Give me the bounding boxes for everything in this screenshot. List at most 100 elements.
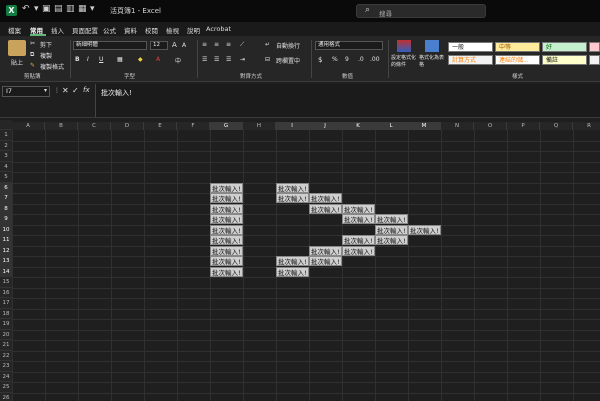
tab-formulas[interactable]: 公式 xyxy=(103,25,116,35)
save-icon[interactable]: ▤ xyxy=(54,4,63,14)
column-header-h[interactable]: H xyxy=(243,122,276,130)
row-header-12[interactable]: 12 xyxy=(0,245,12,256)
cancel-icon[interactable]: ✕ xyxy=(62,86,69,95)
column-header-j[interactable]: J xyxy=(309,122,342,130)
cell-g7[interactable]: 批次輸入! xyxy=(210,193,243,203)
column-header-n[interactable]: N xyxy=(441,122,474,130)
cell-g12[interactable]: 批次輸入! xyxy=(210,245,243,256)
row-header-6[interactable]: 6 xyxy=(0,182,12,193)
border-icon[interactable]: ▦ xyxy=(117,56,123,63)
form-icon[interactable]: ▥ xyxy=(66,4,75,14)
row-header-16[interactable]: 16 xyxy=(0,287,12,298)
style-linked-cell[interactable]: 連結的儲... xyxy=(495,55,540,65)
style-note[interactable]: 備註 xyxy=(542,55,587,65)
row-header-11[interactable]: 11 xyxy=(0,235,12,246)
column-header-f[interactable]: F xyxy=(177,122,210,130)
row-header-1[interactable]: 1 xyxy=(0,130,12,141)
phonetic-icon[interactable]: 中 xyxy=(175,56,181,65)
cell-l11[interactable]: 批次輸入! xyxy=(375,235,408,245)
tab-insert[interactable]: 插入 xyxy=(51,25,64,35)
tab-acrobat[interactable]: Acrobat xyxy=(206,25,231,33)
tab-file[interactable]: 檔案 xyxy=(8,25,21,35)
cell-i7[interactable]: 批次輸入! xyxy=(276,193,309,203)
column-header-d[interactable]: D xyxy=(111,122,144,130)
row-header-4[interactable]: 4 xyxy=(0,161,12,172)
cell-l9[interactable]: 批次輸入! xyxy=(375,214,408,224)
paste-button[interactable]: 貼上 xyxy=(11,58,23,67)
cell-j12[interactable]: 批次輸入! xyxy=(309,245,342,256)
column-header-r[interactable]: R xyxy=(573,122,600,130)
row-header-23[interactable]: 23 xyxy=(0,361,12,372)
currency-icon[interactable]: $ xyxy=(318,56,322,64)
cell-m10[interactable]: 批次輸入! xyxy=(408,224,441,235)
tab-data[interactable]: 資料 xyxy=(124,25,137,35)
fill-color-icon[interactable]: ◆ xyxy=(138,56,143,63)
cell-g6[interactable]: 批次輸入! xyxy=(210,182,243,193)
merge-icon[interactable]: ⊟ xyxy=(265,56,270,63)
row-header-20[interactable]: 20 xyxy=(0,329,12,340)
cell-k12[interactable]: 批次輸入! xyxy=(342,245,375,256)
format-painter-button[interactable]: 複製格式 xyxy=(40,62,64,71)
cell-j8[interactable]: 批次輸入! xyxy=(309,203,342,214)
search-box[interactable]: ⌕ 搜尋 xyxy=(356,4,486,18)
row-header-9[interactable]: 9 xyxy=(0,214,12,225)
style-bad[interactable] xyxy=(589,42,600,52)
row-header-19[interactable]: 19 xyxy=(0,319,12,330)
style-calculation[interactable]: 計算方式 xyxy=(448,55,493,65)
copy-icon[interactable]: ⧉ xyxy=(30,51,34,59)
align-right-icon[interactable]: ☰ xyxy=(226,56,231,63)
tab-review[interactable]: 校閱 xyxy=(145,25,158,35)
tab-page-layout[interactable]: 頁面配置 xyxy=(72,25,98,35)
cell-g14[interactable]: 批次輸入! xyxy=(210,266,243,277)
style-good[interactable]: 好 xyxy=(542,42,587,52)
conditional-format-button[interactable]: 設定格式化的條件 xyxy=(391,54,419,68)
row-header-26[interactable]: 26 xyxy=(0,392,12,401)
cell-k9[interactable]: 批次輸入! xyxy=(342,214,375,224)
wrap-text-icon[interactable]: ↵ xyxy=(265,41,270,48)
column-header-a[interactable]: A xyxy=(12,122,45,130)
name-box-dropdown-icon[interactable]: ▾ xyxy=(44,87,47,94)
grow-font-icon[interactable]: A xyxy=(172,41,177,49)
cut-button[interactable]: 剪下 xyxy=(40,40,52,49)
column-header-o[interactable]: O xyxy=(474,122,507,130)
row-header-24[interactable]: 24 xyxy=(0,371,12,382)
style-medium[interactable]: 中等 xyxy=(495,42,540,52)
decrease-decimal-icon[interactable]: .00 xyxy=(370,56,380,63)
cell-k8[interactable]: 批次輸入! xyxy=(342,203,375,214)
wrap-text-button[interactable]: 自動換行 xyxy=(276,41,300,50)
paste-icon[interactable] xyxy=(8,40,26,56)
conditional-format-icon[interactable] xyxy=(397,40,411,52)
column-header-k[interactable]: K xyxy=(342,122,375,130)
name-box[interactable]: I7 xyxy=(2,86,50,97)
tab-view[interactable]: 檢視 xyxy=(166,25,179,35)
cell-i14[interactable]: 批次輸入! xyxy=(276,266,309,277)
font-size-select[interactable]: 12 xyxy=(150,41,168,50)
font-color-icon[interactable]: A xyxy=(156,56,160,63)
align-center-icon[interactable]: ☰ xyxy=(214,56,219,63)
column-header-l[interactable]: L xyxy=(375,122,408,130)
formula-input[interactable] xyxy=(95,84,600,117)
cell-g8[interactable]: 批次輸入! xyxy=(210,203,243,214)
row-header-25[interactable]: 25 xyxy=(0,382,12,393)
row-header-10[interactable]: 10 xyxy=(0,224,12,235)
style-explanatory[interactable] xyxy=(589,55,600,65)
align-top-icon[interactable]: ≡ xyxy=(202,41,207,48)
column-header-i[interactable]: I xyxy=(276,122,309,130)
undo-dropdown-icon[interactable]: ▾ xyxy=(34,4,39,14)
comma-icon[interactable]: 9 xyxy=(345,56,349,63)
underline-icon[interactable]: U xyxy=(99,56,103,63)
cell-j13[interactable]: 批次輸入! xyxy=(309,256,342,266)
more-options-icon[interactable]: ⋮ xyxy=(54,87,60,94)
cell-g11[interactable]: 批次輸入! xyxy=(210,235,243,245)
row-header-18[interactable]: 18 xyxy=(0,308,12,319)
percent-icon[interactable]: % xyxy=(332,56,338,63)
cell-i13[interactable]: 批次輸入! xyxy=(276,256,309,266)
cell-g10[interactable]: 批次輸入! xyxy=(210,224,243,235)
touch-mode-icon[interactable]: ▣ xyxy=(42,4,51,14)
cell-g9[interactable]: 批次輸入! xyxy=(210,214,243,224)
format-as-table-button[interactable]: 格式化為表格 xyxy=(419,54,445,68)
align-middle-icon[interactable]: ≡ xyxy=(214,41,219,48)
customize-toolbar-icon[interactable]: ▾ xyxy=(90,4,95,14)
cut-icon[interactable]: ✂ xyxy=(30,40,35,47)
indent-icon[interactable]: ⇥ xyxy=(240,56,245,63)
